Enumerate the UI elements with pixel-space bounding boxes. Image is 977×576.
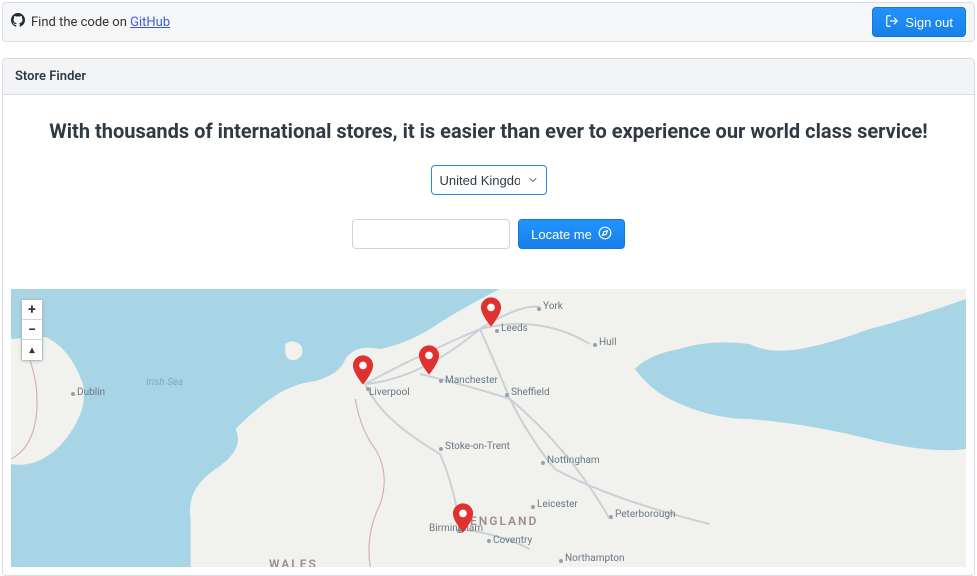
city-dot	[537, 307, 541, 311]
sign-out-button[interactable]: Sign out	[872, 7, 966, 37]
city-dot	[609, 515, 613, 519]
github-note: Find the code on GitHub	[11, 13, 170, 31]
hero-headline: With thousands of international stores, …	[11, 119, 966, 143]
zoom-in-button[interactable]: +	[22, 300, 42, 320]
city-label-leicester: Leicester	[537, 499, 578, 510]
sign-out-icon	[885, 14, 899, 31]
map-pin-liverpool[interactable]	[352, 355, 374, 389]
zoom-out-button[interactable]: −	[22, 320, 42, 340]
city-label-leeds: Leeds	[501, 323, 528, 334]
city-dot	[541, 461, 545, 465]
city-dot	[531, 505, 535, 509]
zoom-reset-button[interactable]: ▴	[22, 340, 42, 360]
map-pin-birmingham[interactable]	[452, 503, 474, 537]
store-finder-panel: Store Finder With thousands of internati…	[2, 58, 975, 576]
city-label-nottingham: Nottingham	[547, 455, 600, 466]
region-label-wales: WALES	[269, 557, 318, 567]
country-select[interactable]: United Kingdom	[431, 165, 547, 195]
city-label-dublin: Dublin	[77, 387, 105, 398]
city-label-hull: Hull	[599, 337, 617, 348]
top-bar: Find the code on GitHub Sign out	[2, 2, 975, 42]
city-label-sheffield: Sheffield	[511, 387, 550, 398]
map-pin-manchester[interactable]	[418, 345, 440, 379]
city-label-peterborough: Peterborough	[615, 509, 675, 520]
city-dot	[71, 392, 75, 396]
panel-body: With thousands of international stores, …	[3, 95, 974, 575]
sign-out-label: Sign out	[905, 15, 953, 30]
locate-me-label: Locate me	[531, 227, 592, 242]
city-label-york: York	[543, 301, 563, 312]
github-note-text: Find the code on GitHub	[31, 15, 170, 30]
city-label-manchester: Manchester	[445, 375, 498, 386]
city-dot	[439, 447, 443, 451]
locate-row: Locate me	[11, 219, 966, 249]
compass-icon	[598, 226, 612, 243]
city-dot	[439, 379, 443, 383]
map-zoom-controls: + − ▴	[21, 299, 43, 361]
city-dot	[559, 559, 563, 563]
locate-me-button[interactable]: Locate me	[518, 219, 625, 249]
github-icon	[11, 13, 25, 31]
country-select-wrap: United Kingdom	[431, 165, 547, 195]
city-dot	[593, 343, 597, 347]
city-label-liverpool: Liverpool	[369, 387, 410, 398]
github-link[interactable]: GitHub	[130, 15, 170, 30]
city-dot	[505, 393, 509, 397]
map-pin-leeds[interactable]	[480, 297, 502, 331]
map[interactable]: Irish Sea WALES ENGLAND York Leeds Hull …	[11, 289, 966, 567]
city-label-northampton: Northampton	[565, 553, 624, 564]
city-dot	[487, 539, 491, 543]
sea-label: Irish Sea	[146, 377, 183, 388]
city-label-coventry: Coventry	[493, 535, 532, 546]
location-input[interactable]	[352, 219, 510, 249]
panel-title: Store Finder	[3, 59, 974, 95]
city-label-stoke: Stoke-on-Trent	[445, 441, 510, 452]
